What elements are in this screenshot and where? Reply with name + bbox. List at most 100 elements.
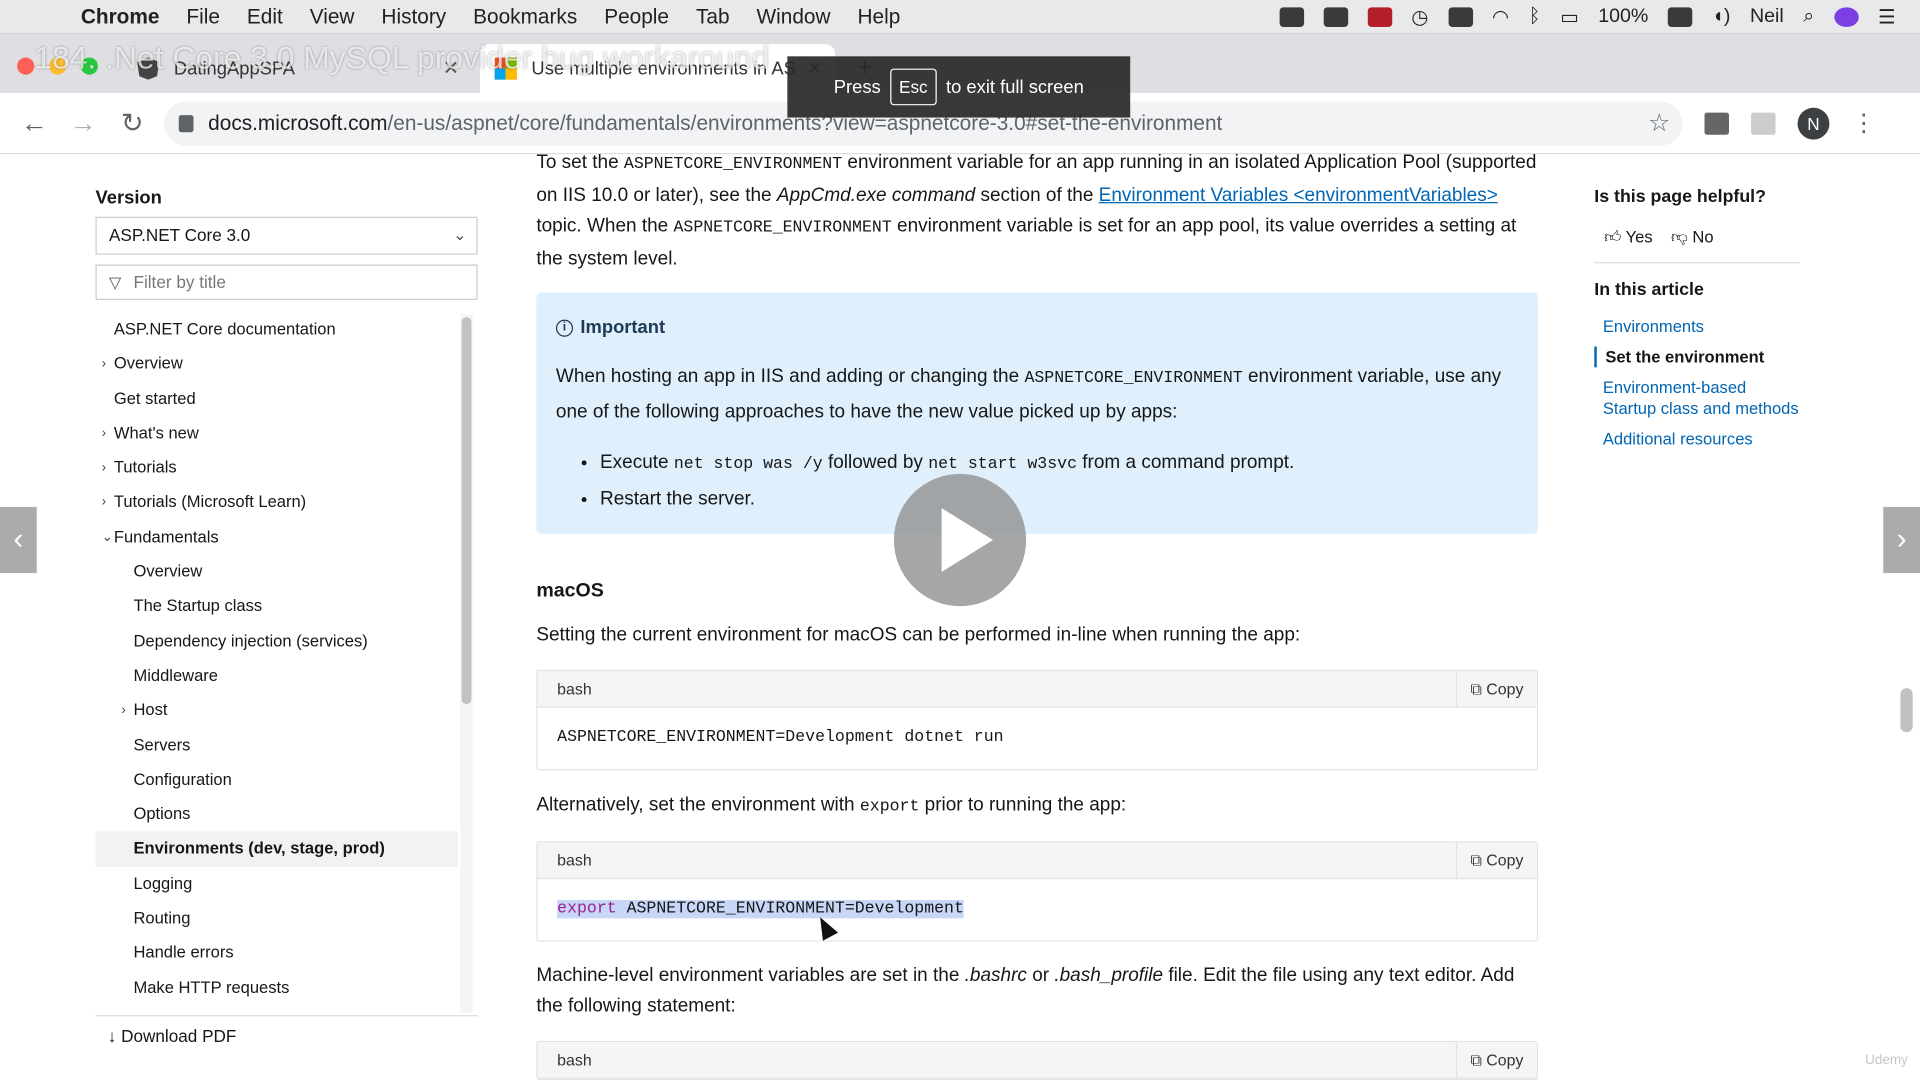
profile-avatar[interactable]: N [1797,107,1830,139]
code-language: bash [557,1050,592,1069]
no-button[interactable]: No [1692,228,1713,246]
version-select[interactable]: ASP.NET Core 3.0 ⌄ [95,216,478,255]
outline-link[interactable]: Environments [1594,316,1802,337]
toc-item[interactable]: › Overview [96,347,458,382]
menu-window[interactable]: Window [756,4,830,28]
outline-link[interactable]: Environment-based Startup class and meth… [1594,377,1802,419]
cloud-icon[interactable] [1279,6,1304,27]
layout-icon[interactable] [1447,6,1473,27]
outline-link[interactable]: Additional resources [1594,429,1802,450]
extension-icon[interactable] [1751,112,1776,135]
code-language: bash [557,679,592,698]
copy-button[interactable]: ⧉ Copy [1455,1042,1537,1079]
toc-item[interactable]: Get started [96,382,458,417]
filter-input[interactable]: ▽ Filter by title [95,264,478,301]
toc-item-label: The Startup class [133,596,263,616]
toc-item[interactable]: Dependency injection (services) [96,624,458,659]
outline-link[interactable]: Set the environment [1594,346,1802,368]
menu-history[interactable]: History [381,4,446,28]
airplay-icon[interactable]: ▭ [1560,4,1579,28]
time-machine-icon[interactable]: ◷ [1411,4,1428,28]
toc-item-label: Host [133,700,168,720]
yes-button[interactable]: Yes [1626,228,1653,246]
toc-item[interactable]: ASP.NET Core documentation [96,312,458,347]
record-icon[interactable] [1367,6,1392,27]
download-pdf-link[interactable]: ↓ Download PDF [95,1015,478,1055]
code-text[interactable]: export ASPNETCORE_ENVIRONMENT=Developmen… [537,879,1537,941]
article-outline: Environments Set the environment Environme… [1594,316,1802,459]
copy-button[interactable]: ⧉ Copy [1455,842,1537,880]
url-host: docs.microsoft.com [208,110,388,135]
lock-icon[interactable] [178,114,194,132]
battery-percent[interactable]: 100% [1598,6,1648,28]
toc-item-label: ASP.NET Core documentation [113,319,336,338]
page-scrollbar-thumb[interactable] [1900,688,1913,733]
siri-icon[interactable] [1833,6,1859,27]
menu-app-name[interactable]: Chrome [81,4,160,28]
previous-lecture-button[interactable]: ‹ [0,506,37,574]
filter-placeholder: Filter by title [133,271,226,292]
bluetooth-icon[interactable]: ᛒ [1529,6,1541,28]
forward-icon[interactable]: → [69,107,98,139]
toc-item[interactable]: Middleware [96,659,458,694]
menu-view[interactable]: View [310,4,355,28]
text: prior to running the app: [919,794,1127,816]
notification-center-icon[interactable]: ☰ [1878,4,1896,28]
emphasis: .bashrc [964,964,1027,986]
back-icon[interactable]: ← [20,107,49,139]
scrollbar-thumb[interactable] [461,317,472,705]
toc-item[interactable]: › What's new [96,416,458,451]
text: or [1026,964,1055,986]
toc-item[interactable]: The Startup class [96,589,458,624]
chevron-right-icon[interactable]: › [121,693,125,727]
more-menu-icon[interactable]: ⋮ [1851,108,1875,139]
battery-icon[interactable] [1667,6,1693,27]
toc-item[interactable]: › Tutorials [96,451,458,486]
environment-variables-link[interactable]: Environment Variables <environmentVariab… [1099,185,1498,206]
copy-label: Copy [1486,679,1524,698]
chevron-right-icon[interactable]: › [102,451,106,485]
reload-icon[interactable]: ↻ [118,107,147,139]
spotlight-icon[interactable]: ⌕ [1803,6,1814,28]
toc-item[interactable]: Overview [96,555,458,590]
chevron-right-icon[interactable]: › [102,485,106,519]
toc-item[interactable]: Make HTTP requests [96,971,458,1006]
toc-item[interactable]: Handle errors [96,936,458,971]
menu-tab[interactable]: Tab [696,4,730,28]
toc-item[interactable]: Options [96,797,458,832]
toc-item[interactable]: › Tutorials (Microsoft Learn) [96,485,458,520]
toc-item[interactable]: Environments (dev, stage, prod) [95,831,458,867]
chevron-right-icon[interactable]: › [102,416,106,450]
intro-paragraph: To set the ASPNETCORE_ENVIRONMENT enviro… [536,147,1538,274]
close-window-button[interactable] [17,57,35,75]
hammer-icon[interactable] [1323,6,1348,27]
bookmark-star-icon[interactable]: ☆ [1648,108,1670,139]
emphasis: AppCmd.exe command [776,184,976,206]
menu-help[interactable]: Help [857,4,900,28]
toc-item[interactable]: Logging [96,867,458,902]
toc-scrollbar[interactable] [460,314,473,1013]
menu-bookmarks[interactable]: Bookmarks [473,4,577,28]
volume-icon[interactable]: ◖) [1712,6,1730,28]
extension-icon[interactable] [1704,112,1729,135]
copy-button[interactable]: ⧉ Copy [1455,671,1537,708]
toc-item[interactable]: › Host [96,693,458,728]
menu-file[interactable]: File [186,4,220,28]
page-content: Version ASP.NET Core 3.0 ⌄ ▽ Filter by t… [0,152,1920,1080]
menu-edit[interactable]: Edit [247,4,283,28]
toc-item[interactable]: Routing [96,901,458,936]
wifi-icon[interactable]: ◠ [1492,4,1509,28]
next-lecture-button[interactable]: › [1883,506,1920,574]
toc-item[interactable]: ⌄ Fundamentals [96,520,458,555]
thumbs-down-icon[interactable]: 👎︎ [1671,228,1688,246]
chevron-down-icon[interactable]: ⌄ [102,520,113,554]
menu-people[interactable]: People [604,4,669,28]
code-language: bash [557,851,592,870]
toc-item[interactable]: Servers [96,728,458,763]
thumbs-up-icon[interactable]: 👍︎ [1604,228,1621,246]
user-name[interactable]: Neil [1750,6,1784,28]
chevron-right-icon[interactable]: › [102,347,106,381]
code-text[interactable]: ASPNETCORE_ENVIRONMENT=Development dotne… [537,707,1537,769]
play-button[interactable] [893,473,1027,607]
toc-item[interactable]: Configuration [96,763,458,798]
